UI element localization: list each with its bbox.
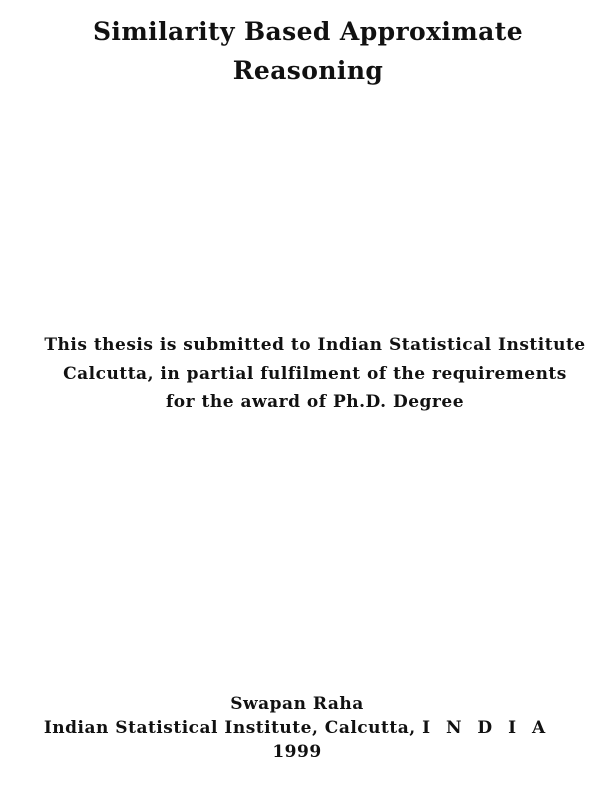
author-name: Swapan Raha <box>230 694 364 714</box>
submission-line-2: Calcutta, in partial fulfilment of the r… <box>63 363 567 384</box>
author-affiliation: Indian Statistical Institute, Calcutta, <box>43 718 416 738</box>
thesis-title: Similarity Based Approximate Reasoning <box>0 12 600 90</box>
author-country: I N D I A <box>422 718 551 738</box>
submission-line-1: This thesis is submitted to Indian Stati… <box>44 335 586 355</box>
author-affiliation-line: Indian Statistical Institute, Calcutta, … <box>0 716 594 740</box>
thesis-title-line-2: Reasoning <box>232 56 384 85</box>
submission-line-3: for the award of Ph.D. Degree <box>165 392 465 412</box>
thesis-title-page: Similarity Based Approximate Reasoning T… <box>0 0 600 800</box>
author-info: Swapan Raha Indian Statistical Institute… <box>0 692 594 764</box>
submission-statement: This thesis is submitted to Indian Stati… <box>0 331 600 417</box>
thesis-title-line-1: Similarity Based Approximate <box>92 17 524 46</box>
thesis-year: 1999 <box>272 742 322 762</box>
